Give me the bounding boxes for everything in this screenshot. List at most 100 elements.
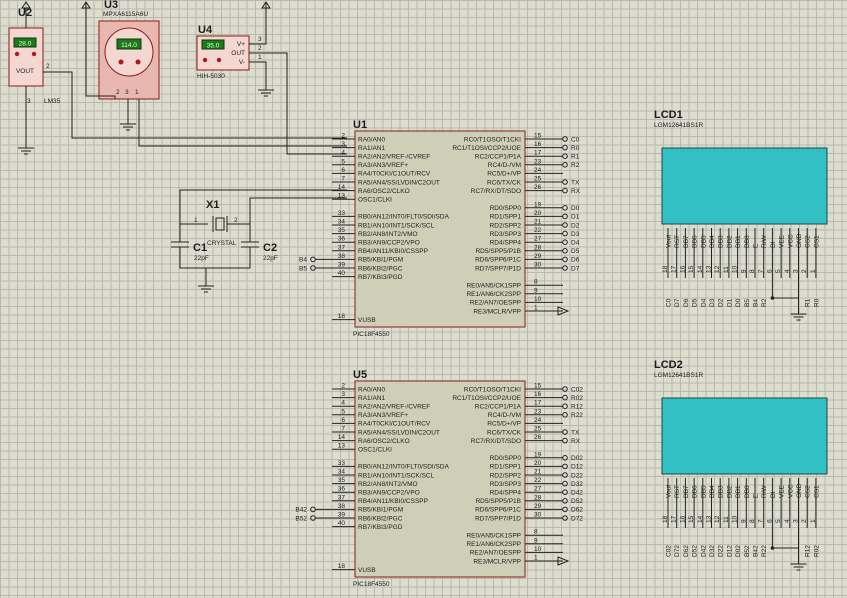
net-label: D2 xyxy=(571,222,580,229)
net-terminal[interactable] xyxy=(562,480,568,487)
mcu-u1[interactable]: U1 PIC18F4550 2 RA0/AN0 3 RA1/AN1 4 RA2/AN2/VRE… xyxy=(299,119,581,338)
mcu-pin-name: RE2/AN7/OESPP xyxy=(470,300,521,307)
lcd-net-label: R22 xyxy=(761,545,768,557)
net-terminal[interactable] xyxy=(562,153,568,159)
net-terminal[interactable] xyxy=(562,187,568,194)
mcu-pin-name: RD7/SPP7/P1D xyxy=(475,265,521,272)
net-terminal[interactable] xyxy=(310,506,316,513)
lcd-pin-num: 3 xyxy=(793,269,800,273)
net-terminal[interactable] xyxy=(562,498,568,504)
lcd-pin-num: 8 xyxy=(749,519,756,523)
lcd-pin-name: DB3 xyxy=(718,235,725,248)
net-terminal[interactable] xyxy=(562,394,568,401)
mcu-pin-name: RC7/RX/DT/SDO xyxy=(471,188,521,195)
mcu-pin-name: RD1/SPP1 xyxy=(490,464,522,471)
net-terminal[interactable] xyxy=(562,463,568,470)
net-terminal[interactable] xyxy=(562,489,568,496)
net-terminal[interactable] xyxy=(562,256,568,263)
lcd-pin-num: 4 xyxy=(784,269,791,273)
lcd-net-label: C02 xyxy=(666,545,673,557)
net-terminal[interactable] xyxy=(562,222,568,228)
u4-ref: U4 xyxy=(198,24,213,36)
net-terminal[interactable] xyxy=(562,472,568,478)
net-terminal[interactable] xyxy=(562,205,568,211)
net-terminal[interactable] xyxy=(562,230,568,237)
mcu-pin-name: RB1/AN10/INT1/SCK/SCL xyxy=(358,222,435,229)
net-terminal[interactable] xyxy=(562,515,568,521)
mcu-pin-name: RB3/AN9/CCP2/VPO xyxy=(358,490,420,497)
lcd-pin-num: 16 xyxy=(679,515,686,523)
lcd-2[interactable]: LCD2LGM12641BS1RVout18C02RST17D72DB716D6… xyxy=(654,359,828,571)
sensor-u2[interactable]: U2 28.0 VOUT LM35 2 3 xyxy=(8,7,61,105)
lcd-pin-num: 9 xyxy=(740,519,747,523)
net-terminal[interactable] xyxy=(310,265,316,271)
lcd-net-label: D52 xyxy=(692,545,699,557)
net-terminal[interactable] xyxy=(562,429,568,435)
net-label: D02 xyxy=(571,455,583,462)
u2-type: LM35 xyxy=(44,98,61,105)
net-label: D32 xyxy=(571,481,583,488)
mcu-pin-num: 16 xyxy=(534,141,542,148)
mcu-pin-num: 15 xyxy=(534,383,542,390)
net-terminal[interactable] xyxy=(562,386,568,392)
net-terminal[interactable] xyxy=(562,265,568,271)
u3-button[interactable] xyxy=(135,59,141,65)
net-terminal[interactable] xyxy=(562,144,568,151)
mcu-pin-num: 5 xyxy=(341,158,345,165)
net-terminal[interactable] xyxy=(562,162,568,168)
x1-pin: 2 xyxy=(234,217,238,224)
mcu-pin-num: 30 xyxy=(534,512,542,519)
u2-button[interactable] xyxy=(14,51,20,57)
lcd-pin-name: CS2 xyxy=(805,235,812,248)
lcd-1[interactable]: LCD1LGM12641BS1RVout18C0RST17D7DB716D6DB… xyxy=(654,109,828,321)
lcd-pin-num: 17 xyxy=(671,265,678,273)
mcu-pin-num: 21 xyxy=(534,469,542,476)
lcd-net-label: R2 xyxy=(761,298,768,307)
u4-pin-label: OUT xyxy=(231,50,245,57)
net-terminal[interactable] xyxy=(562,213,568,220)
lcd-pin-name: E xyxy=(753,243,760,248)
mcu-pin-num: 19 xyxy=(534,201,542,208)
u2-pin: 2 xyxy=(46,63,50,70)
net-terminal[interactable] xyxy=(562,506,568,513)
net-terminal[interactable] xyxy=(562,437,568,444)
net-terminal[interactable] xyxy=(562,179,568,185)
net-label: D42 xyxy=(571,490,583,497)
mcu-pin-num: 34 xyxy=(338,469,346,476)
lcd-net-label: D2 xyxy=(718,298,725,307)
u4-button[interactable] xyxy=(216,57,222,63)
mcu-pin-name: RE2/AN7/OESPP xyxy=(470,550,521,557)
net-terminal[interactable] xyxy=(562,455,568,461)
net-terminal[interactable] xyxy=(562,239,568,245)
net-terminal[interactable] xyxy=(562,136,568,142)
mcu-pin-name: RD4/SPP4 xyxy=(490,490,522,497)
mcu-pin-num: 4 xyxy=(341,400,345,407)
schematic-canvas: U2 28.0 VOUT LM35 2 3 U3 MPXA6115A6U 114… xyxy=(8,0,828,588)
mcu-pin-num: 4 xyxy=(341,150,345,157)
mcu-u5[interactable]: U5 PIC18F4550 2 RA0/AN0 3 RA1/AN1 4 RA2/AN2/VRE… xyxy=(295,369,583,588)
sensor-u4[interactable]: U4 35.0 V+ OUT V- 3 2 1 HIH-5030 xyxy=(196,24,262,80)
mcu-pin-name: RA6/OSC2/CLKO xyxy=(358,438,410,445)
lcd-pin-num: 14 xyxy=(697,515,704,523)
c1-value: 22pF xyxy=(194,255,209,262)
mcu-pin-num: 8 xyxy=(534,279,538,286)
lcd-pin-num: 11 xyxy=(723,266,730,273)
lcd-pin-name: VEE xyxy=(779,484,786,498)
net-label: TX xyxy=(571,429,580,436)
u3-button[interactable] xyxy=(118,59,124,65)
net-terminal[interactable] xyxy=(310,256,316,263)
u4-pin: 3 xyxy=(258,36,262,43)
u2-button[interactable] xyxy=(31,51,37,57)
net-terminal[interactable] xyxy=(562,412,568,418)
lcd-pin-num: 15 xyxy=(688,515,695,523)
mcu-pin-num: 36 xyxy=(338,236,346,243)
sensor-u3[interactable]: U3 MPXA6115A6U 114.0 2 3 1 xyxy=(98,0,160,100)
junction-dot xyxy=(770,546,775,550)
net-terminal[interactable] xyxy=(562,248,568,254)
net-terminal[interactable] xyxy=(310,515,316,521)
u4-button[interactable] xyxy=(202,57,208,63)
lcd-net-label: D62 xyxy=(683,545,690,557)
net-terminal[interactable] xyxy=(562,403,568,410)
net-label: B4 xyxy=(299,257,307,264)
lcd-pin-num: 13 xyxy=(706,265,713,273)
